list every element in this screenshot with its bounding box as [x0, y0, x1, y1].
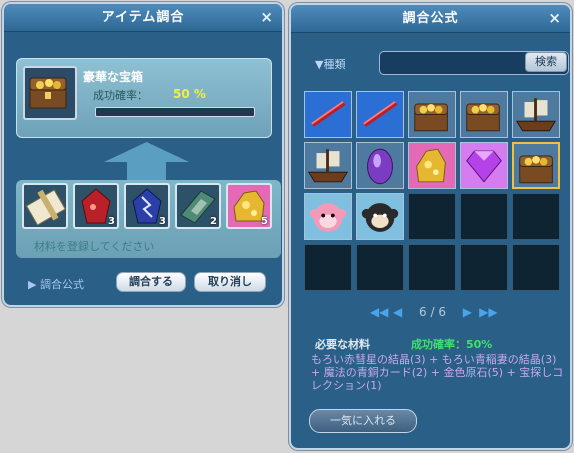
- close-icon[interactable]: ×: [548, 5, 562, 32]
- purple-gem-icon: [367, 148, 393, 185]
- materials-hint: 材料を登録してください: [34, 240, 155, 253]
- success-rate-value: 50 %: [173, 87, 206, 101]
- synthesis-titlebar[interactable]: アイテム調合 ×: [4, 4, 282, 32]
- material-slot-4[interactable]: 2: [175, 183, 221, 229]
- treasure-chest-icon: [519, 155, 553, 184]
- formula-cell[interactable]: [356, 91, 404, 138]
- required-materials-label: 必要な材料: [315, 338, 370, 351]
- materials-panel: 3 3 2 5 材料を登録してください: [16, 180, 281, 258]
- treasure-chest-icon: [29, 77, 67, 109]
- cancel-button[interactable]: 取り消し: [194, 272, 266, 292]
- formula-cell[interactable]: [460, 91, 508, 138]
- material-count: 5: [261, 216, 268, 227]
- result-slot[interactable]: [23, 66, 77, 120]
- empty-formula-cell: [408, 244, 456, 291]
- treasure-chest-icon: [466, 103, 500, 132]
- first-page-icon[interactable]: ◀◀: [370, 305, 388, 319]
- material-slot-2[interactable]: 3: [73, 183, 119, 229]
- material-slot-1[interactable]: [22, 183, 68, 229]
- material-slot-3[interactable]: 3: [124, 183, 170, 229]
- formula-cell[interactable]: [304, 142, 352, 189]
- result-panel: 豪華な宝箱 成功確率： 50 %: [16, 58, 272, 138]
- pagination: ◀◀ ◀ 6 / 6 ▶ ▶▶: [291, 305, 570, 323]
- pink-monkey-icon: [309, 203, 347, 232]
- empty-formula-cell: [460, 193, 508, 240]
- treasure-chest-icon: [414, 103, 448, 132]
- synthesis-button-row: ▶ 調合公式 調合する 取り消し: [4, 272, 282, 298]
- required-materials-text: もろい赤彗星の結晶(3) + もろい青稲妻の結晶(3) + 魔法の青銅カード(2…: [311, 353, 564, 392]
- formula-cell[interactable]: [304, 91, 352, 138]
- empty-formula-cell: [460, 244, 508, 291]
- empty-formula-cell: [356, 244, 404, 291]
- formula-cell[interactable]: [356, 142, 404, 189]
- empty-formula-cell: [512, 244, 560, 291]
- add-all-button[interactable]: 一気に入れる: [309, 409, 417, 433]
- gold-ore-icon: [416, 148, 446, 183]
- formula-cell[interactable]: [408, 142, 456, 189]
- formula-title: 調合公式: [402, 11, 459, 26]
- success-rate-label: 成功確率：: [93, 89, 148, 102]
- category-dropdown[interactable]: ▼種類: [315, 56, 345, 72]
- formula-link[interactable]: ▶ 調合公式: [28, 276, 84, 292]
- material-slot-5[interactable]: 5: [226, 183, 272, 229]
- formula-cell[interactable]: [512, 142, 560, 189]
- formula-grid: [304, 91, 564, 297]
- synthesis-title: アイテム調合: [101, 10, 185, 25]
- prev-page-icon[interactable]: ◀: [390, 305, 406, 319]
- red-staff-icon: [363, 100, 398, 127]
- next-page-icon[interactable]: ▶: [459, 305, 475, 319]
- ship-icon: [515, 98, 557, 132]
- red-staff-icon: [311, 100, 346, 127]
- formula-cell[interactable]: [512, 91, 560, 138]
- arrow-up-icon: [104, 142, 189, 180]
- material-count: 3: [159, 216, 166, 227]
- empty-formula-cell: [304, 244, 352, 291]
- formula-success-rate: 成功確率：50%: [411, 338, 493, 351]
- material-count: 2: [210, 216, 217, 227]
- synthesize-button[interactable]: 調合する: [116, 272, 186, 292]
- empty-formula-cell: [408, 193, 456, 240]
- formula-cell[interactable]: [460, 142, 508, 189]
- violet-diamond-icon: [466, 150, 502, 183]
- last-page-icon[interactable]: ▶▶: [479, 305, 497, 319]
- close-icon[interactable]: ×: [260, 4, 274, 31]
- formula-cell[interactable]: [408, 91, 456, 138]
- empty-formula-cell: [512, 193, 560, 240]
- result-item-name: 豪華な宝箱: [83, 70, 144, 84]
- page-indicator: 6 / 6: [419, 305, 446, 319]
- black-monkey-icon: [361, 203, 399, 232]
- ship-icon: [307, 149, 349, 183]
- synthesis-formula-window: 調合公式 × ▼種類 検索 ◀◀ ◀ 6 / 6 ▶ ▶▶ 必要な材料 成功確率…: [289, 3, 572, 450]
- material-count: 3: [108, 216, 115, 227]
- formula-cell[interactable]: [356, 193, 404, 240]
- formula-titlebar[interactable]: 調合公式 ×: [291, 5, 570, 33]
- scroll-icon: [25, 189, 66, 226]
- formula-cell[interactable]: [304, 193, 352, 240]
- item-synthesis-window: アイテム調合 × 豪華な宝箱 成功確率： 50 % 3 3 2 5 材料を登録し…: [2, 2, 284, 307]
- search-button[interactable]: 検索: [525, 52, 567, 72]
- synthesis-progress-bar: [95, 107, 255, 117]
